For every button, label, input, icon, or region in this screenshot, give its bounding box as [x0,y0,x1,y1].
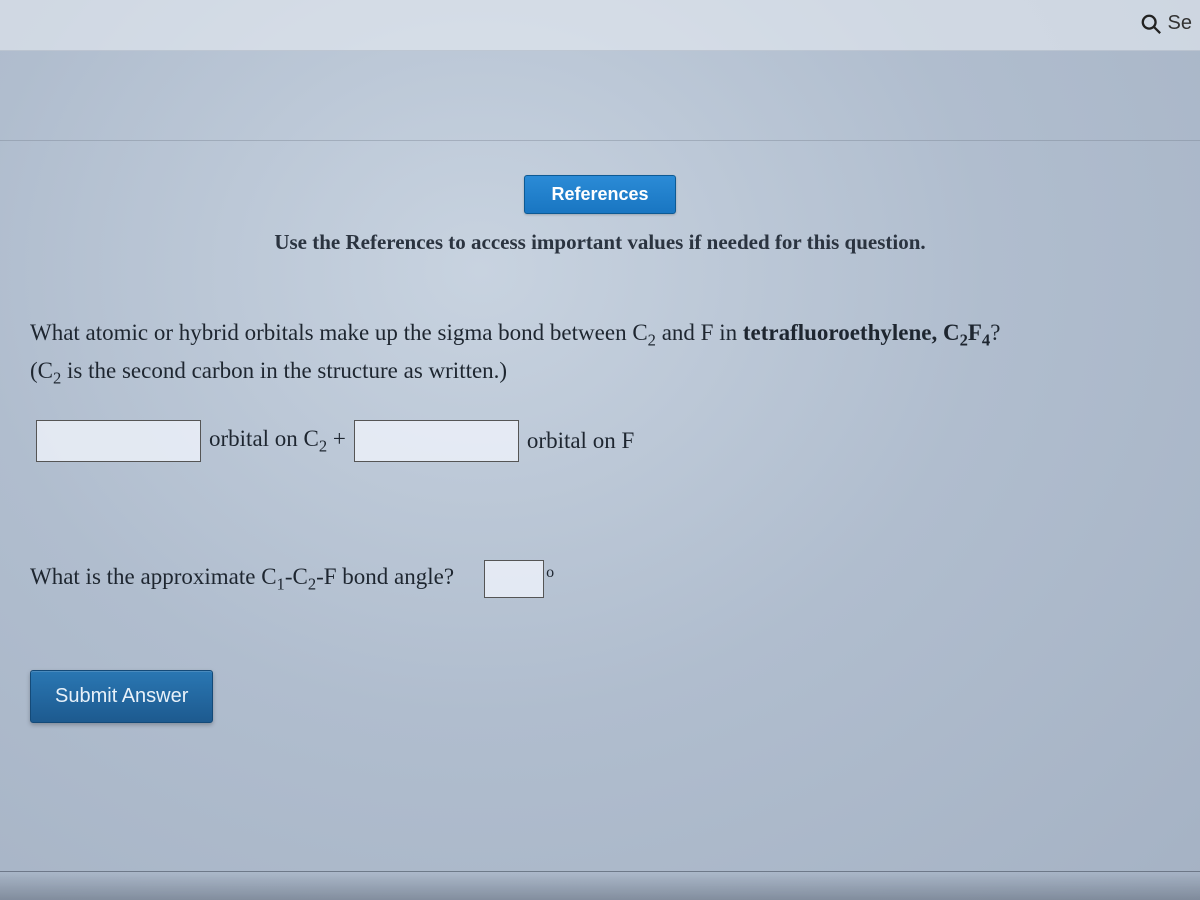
q-compound-sub1: 2 [960,331,968,350]
orbital-label1-post: + [327,426,346,451]
degree-symbol: o [546,564,554,582]
angle-pre: What is the approximate C [30,564,277,589]
instruction-text: Use the References to access important v… [0,230,1200,255]
orbital-f-input[interactable] [354,420,519,462]
angle-dash1: -C [285,564,308,589]
angle-sub1: 1 [277,574,285,593]
q-line2-pre: (C [30,358,53,383]
angle-post: -F bond angle? [316,564,454,589]
q-sub-c2: 2 [648,331,656,350]
bond-angle-input[interactable] [484,560,544,598]
angle-question: What is the approximate C1-C2-F bond ang… [30,564,454,595]
bottom-edge [0,871,1200,900]
orbital-row: orbital on C2 + orbital on F [28,420,634,462]
references-button[interactable]: References [524,175,675,214]
q-line2-post: is the second carbon in the structure as… [61,358,507,383]
question-text: What atomic or hybrid orbitals make up t… [30,315,1188,392]
angle-row: What is the approximate C1-C2-F bond ang… [30,560,554,598]
submit-answer-button[interactable]: Submit Answer [30,670,213,723]
angle-sub2: 2 [308,574,316,593]
orbital-label-f: orbital on F [527,428,634,454]
q-compound: tetrafluoroethylene, C [743,320,960,345]
divider [0,140,1200,141]
q-line1-mid: and F in [656,320,743,345]
references-row: References [0,175,1200,214]
orbital-label-c2: orbital on C2 + [209,426,346,457]
orbital-label1-pre: orbital on C [209,426,319,451]
q-compound-f: F [968,320,982,345]
search-area[interactable]: Se [1140,12,1192,35]
orbital-c2-input[interactable] [36,420,201,462]
orbital-label1-sub: 2 [319,436,327,455]
q-qmark: ? [990,320,1000,345]
top-bar: Se [0,0,1200,51]
search-icon [1140,13,1162,35]
q-compound-sub2: 4 [982,331,990,350]
q-line1-pre: What atomic or hybrid orbitals make up t… [30,320,648,345]
search-label-fragment: Se [1168,12,1192,35]
